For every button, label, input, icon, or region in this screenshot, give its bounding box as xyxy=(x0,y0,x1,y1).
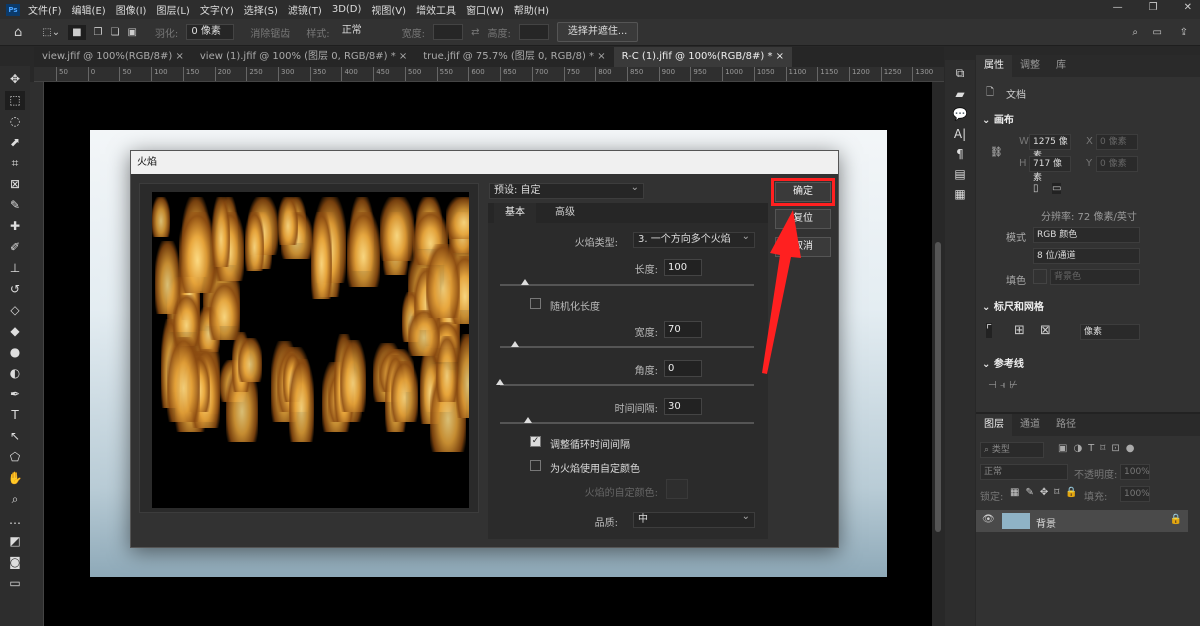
width-field[interactable]: 1275 像素 xyxy=(1029,134,1071,150)
guide-icons[interactable]: ⊣ ⫣ ⊬ xyxy=(988,380,1018,391)
opacity-label: 不透明度: xyxy=(1074,466,1117,481)
w-label: W xyxy=(1019,136,1029,147)
lock-icon: 🔒 xyxy=(1170,514,1182,525)
grid-icon[interactable]: ⊞ xyxy=(1014,323,1025,338)
guides-section-title: 参考线 xyxy=(994,359,1024,370)
layer-filter-label: 类型 xyxy=(992,445,1010,455)
blend-mode-select[interactable]: 正常 xyxy=(980,464,1068,480)
character-icon[interactable]: A| xyxy=(954,127,966,141)
mode-label: 模式 xyxy=(1006,229,1026,244)
layers-tabs: 图层 通道 路径 xyxy=(976,414,1200,436)
tab-properties[interactable]: 属性 xyxy=(976,55,1012,77)
comments-icon[interactable]: 💬 xyxy=(953,107,968,121)
y-label: Y xyxy=(1086,158,1092,169)
tab-libraries[interactable]: 库 xyxy=(1048,55,1074,77)
rulers-section-header[interactable]: ⌄ 标尺和网格 xyxy=(982,298,1044,313)
rulers-section-title: 标尺和网格 xyxy=(994,302,1044,313)
x-label: X xyxy=(1086,136,1093,147)
document-icon: 🗋 xyxy=(986,85,994,102)
layer-name: 背景 xyxy=(1036,515,1056,530)
mode-select[interactable]: RGB 颜色 xyxy=(1033,227,1140,243)
tab-paths[interactable]: 路径 xyxy=(1048,414,1084,436)
fill-label: 填色 xyxy=(1006,272,1026,287)
canvas-section-title: 画布 xyxy=(994,115,1014,126)
depth-select[interactable]: 8 位/通道 xyxy=(1033,248,1140,264)
canvas-section-header[interactable]: ⌄ 画布 xyxy=(982,111,1014,126)
fill-swatch[interactable] xyxy=(1033,269,1047,284)
document-label: 文档 xyxy=(1006,86,1026,101)
layer-row[interactable]: 👁 背景 🔒 xyxy=(976,510,1188,532)
plugins-icon[interactable]: ▰ xyxy=(955,87,964,101)
link-icon[interactable]: ⛓ xyxy=(990,147,1003,158)
layer-filter-icons[interactable]: ▣◑T⌑⊡● xyxy=(1058,443,1141,454)
portrait-icon[interactable]: ▯ xyxy=(1033,183,1039,194)
layer-filter-select[interactable]: ⌕ 类型 xyxy=(980,442,1044,458)
layer-thumbnail xyxy=(1002,513,1030,529)
properties-tabs: 属性 调整 库 xyxy=(976,55,1200,77)
history-icon[interactable]: ⧉ xyxy=(956,66,965,81)
height-field[interactable]: 717 像素 xyxy=(1029,156,1071,172)
guides-section-header[interactable]: ⌄ 参考线 xyxy=(982,355,1024,370)
tab-adjustments[interactable]: 调整 xyxy=(1012,55,1048,77)
lock-label: 锁定: xyxy=(980,488,1003,503)
panel-icon-strip: ⧉ ▰ 💬 A| ¶ ▤ ▦ xyxy=(945,60,975,626)
paragraph-icon[interactable]: ¶ xyxy=(956,147,964,161)
tab-layers[interactable]: 图层 xyxy=(976,414,1012,436)
pixel-grid-icon[interactable]: ⊠ xyxy=(1040,323,1051,338)
resolution-text: 分辨率: 72 像素/英寸 xyxy=(1041,208,1137,223)
fill-select[interactable]: 背景色 xyxy=(1050,269,1140,285)
lock-icons[interactable]: ▦✎✥⌑🔒 xyxy=(1010,487,1084,498)
landscape-icon[interactable]: ▭ xyxy=(1052,183,1061,194)
visibility-eye-icon[interactable]: 👁 xyxy=(982,514,995,525)
unit-select[interactable]: 像素 xyxy=(1080,324,1140,340)
right-panels: 属性 调整 库 🗋 文档 ⌄ 画布 ⛓ W 1275 像素 X 0 像素 H 7… xyxy=(976,55,1200,626)
glyphs-icon[interactable]: ▤ xyxy=(954,167,965,181)
fill-field[interactable]: 100% xyxy=(1120,486,1150,502)
h-label: H xyxy=(1019,158,1027,169)
notes-icon[interactable]: ▦ xyxy=(954,187,965,201)
ruler-icon[interactable]: ⌜ xyxy=(986,323,992,338)
x-field[interactable]: 0 像素 xyxy=(1096,134,1138,150)
y-field[interactable]: 0 像素 xyxy=(1096,156,1138,172)
tab-channels[interactable]: 通道 xyxy=(1012,414,1048,436)
fill-label: 填充: xyxy=(1084,488,1107,503)
opacity-field[interactable]: 100% xyxy=(1120,464,1150,480)
arrow-shape xyxy=(762,210,801,374)
